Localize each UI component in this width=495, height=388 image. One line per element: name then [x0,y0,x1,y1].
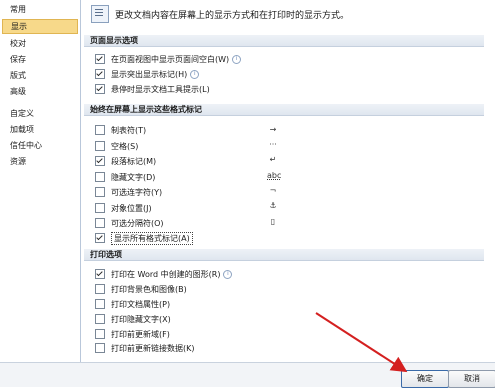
option-label: 隐藏文字(D) [111,172,156,182]
sidebar-item-proofing[interactable]: 校对 [0,37,80,50]
paragraph-mark-icon: ↵ [269,155,277,164]
option-print-background[interactable]: 打印背景色和图像(B) [95,283,187,295]
sidebar-item-trust-center[interactable]: 信任中心 [0,139,80,152]
option-print-hidden-text[interactable]: 打印隐藏文字(X) [95,313,171,325]
sidebar-item-display[interactable]: 显示 [2,19,78,34]
hyphen-mark-icon: ¬ [269,186,277,195]
checkbox-show-all-marks[interactable] [95,233,105,243]
option-label: 打印前更新域(F) [111,329,170,339]
checkbox-print-drawings[interactable] [95,269,105,279]
checkbox-print-background[interactable] [95,284,105,294]
option-label: 对象位置(J) [111,203,152,213]
ok-button[interactable]: 确定 [401,370,449,388]
sidebar-item-advanced[interactable]: 高级 [0,85,80,98]
option-label: 打印在 Word 中创建的图形(R) [111,269,221,279]
option-label: 制表符(T) [111,125,147,135]
option-label: 显示突出显示标记(H) [111,69,188,79]
panel-description: 更改文档内容在屏幕上的显示方式和在打印时的显示方式。 [115,10,350,21]
dialog-footer: 确定 取消 [0,362,495,388]
option-object-anchors[interactable]: 对象位置(J) [95,202,152,214]
checkbox-object-anchors[interactable] [95,203,105,213]
hidden-text-mark-icon: abc [267,171,282,180]
info-icon: i [232,54,242,64]
panel-header: 更改文档内容在屏幕上的显示方式和在打印时的显示方式。 [91,4,349,24]
option-spaces[interactable]: 空格(S) [95,140,138,152]
checkbox-spaces[interactable] [95,141,105,151]
checkbox-optional-hyphens[interactable] [95,187,105,197]
option-label: 在页面视图中显示页面间空白(W) [111,54,230,64]
option-print-drawings[interactable]: 打印在 Word 中创建的图形(R) i [95,268,233,280]
option-label: 显示所有格式标记(A) [111,231,193,245]
anchor-icon: ⚓ [269,201,277,210]
option-hidden-text[interactable]: 隐藏文字(D) [95,171,155,183]
option-tab-characters[interactable]: 制表符(T) [95,124,146,136]
checkbox-show-whitespace[interactable] [95,54,105,64]
checkbox-show-tooltips[interactable] [95,84,105,94]
option-optional-breaks[interactable]: 可选分隔符(O) [95,217,164,229]
option-label: 打印背景色和图像(B) [111,284,187,294]
info-icon: i [190,69,200,79]
sidebar-item-general[interactable]: 常用 [0,3,80,16]
checkbox-print-hidden-text[interactable] [95,314,105,324]
option-print-properties[interactable]: 打印文档属性(P) [95,298,170,310]
cancel-button[interactable]: 取消 [448,370,495,388]
sidebar-item-addins[interactable]: 加载项 [0,123,80,136]
option-show-all-marks[interactable]: 显示所有格式标记(A) [95,231,193,245]
option-label: 段落标记(M) [111,156,157,166]
option-label: 悬停时显示文档工具提示(L) [111,84,210,94]
sidebar-item-layout[interactable]: 版式 [0,69,80,82]
document-display-icon [91,5,109,23]
checkbox-update-links[interactable] [95,343,105,353]
option-label: 打印前更新链接数据(K) [111,343,195,353]
option-label: 打印文档属性(P) [111,299,171,309]
section-print-title: 打印选项 [84,249,484,261]
checkbox-tab-characters[interactable] [95,125,105,135]
checkbox-hidden-text[interactable] [95,172,105,182]
option-update-fields[interactable]: 打印前更新域(F) [95,328,170,340]
display-options-panel: 更改文档内容在屏幕上的显示方式和在打印时的显示方式。 页面显示选项 在页面视图中… [81,0,495,362]
checkbox-optional-breaks[interactable] [95,218,105,228]
checkbox-show-highlighter[interactable] [95,69,105,79]
option-label: 打印隐藏文字(X) [111,314,171,324]
option-show-tooltips[interactable]: 悬停时显示文档工具提示(L) [95,83,210,95]
optional-break-mark-icon: ▯ [270,217,276,226]
option-label: 可选连字符(Y) [111,187,163,197]
space-mark-icon: ··· [269,140,277,149]
sidebar-item-resources[interactable]: 资源 [0,155,80,168]
option-update-links[interactable]: 打印前更新链接数据(K) [95,342,195,354]
checkbox-print-properties[interactable] [95,299,105,309]
checkbox-update-fields[interactable] [95,329,105,339]
option-label: 可选分隔符(O) [111,218,164,228]
section-page-display-title: 页面显示选项 [84,35,484,47]
option-show-highlighter[interactable]: 显示突出显示标记(H) i [95,68,200,80]
tab-mark-icon: → [269,125,277,134]
option-optional-hyphens[interactable]: 可选连字符(Y) [95,186,162,198]
section-format-marks-title: 始终在屏幕上显示这些格式标记 [84,104,484,116]
sidebar: 常用 显示 校对 保存 版式 高级 自定义 加载项 信任中心 资源 [0,0,81,362]
sidebar-item-save[interactable]: 保存 [0,53,80,66]
info-icon: i [223,269,233,279]
checkbox-paragraph-marks[interactable] [95,156,105,166]
option-show-whitespace[interactable]: 在页面视图中显示页面间空白(W) i [95,53,242,65]
option-label: 空格(S) [111,141,139,151]
option-paragraph-marks[interactable]: 段落标记(M) [95,155,156,167]
sidebar-item-customize[interactable]: 自定义 [0,107,80,120]
